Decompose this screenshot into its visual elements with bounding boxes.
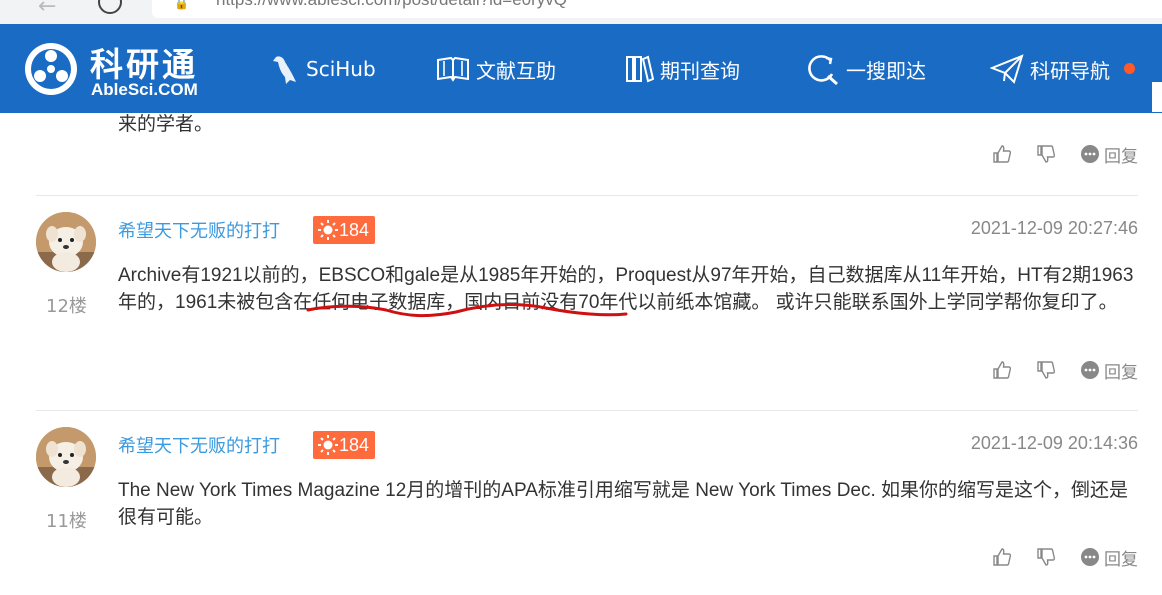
thumbs-up-icon: [993, 548, 1012, 566]
browser-toolbar: ← 🔒 https://www.ablesci.com/post/detail?…: [0, 0, 1162, 25]
lock-icon: 🔒: [174, 0, 189, 10]
points-badge: 184: [313, 431, 376, 459]
reply-label: 回复: [1104, 362, 1138, 383]
comment-actions: 回复: [968, 358, 1138, 383]
badge-value: 184: [339, 219, 370, 240]
dislike-button[interactable]: [1036, 144, 1056, 164]
nav-label: 文献互助: [476, 58, 556, 83]
nav-label: SciHub: [306, 57, 376, 81]
chat-bubble-icon: [1081, 548, 1099, 566]
thumbs-down-icon: [1037, 548, 1056, 566]
nav-label: 科研导航: [1030, 58, 1110, 83]
header-edge: [1152, 82, 1162, 112]
divider: [36, 410, 1138, 411]
paper-plane-icon: [990, 54, 1024, 84]
reply-button[interactable]: 回复: [1080, 358, 1138, 383]
puppy-avatar-icon: [36, 212, 96, 272]
reload-icon[interactable]: [98, 0, 122, 14]
nav-label: 一搜即达: [846, 58, 926, 83]
sun-icon: [318, 435, 338, 455]
like-button[interactable]: [992, 547, 1012, 567]
reply-label: 回复: [1104, 549, 1138, 570]
post-time: 2021-12-09 20:14:36: [970, 433, 1138, 453]
avatar[interactable]: [36, 427, 96, 487]
previous-post-tail: 来的学者。: [118, 113, 214, 135]
divider: [36, 195, 1138, 196]
nav-journal-search[interactable]: 期刊查询: [624, 53, 740, 85]
previous-post-actions: 回复: [968, 142, 1138, 167]
open-book-icon: [437, 56, 469, 82]
search-refresh-icon: [808, 55, 838, 86]
dislike-button[interactable]: [1036, 547, 1056, 567]
thumbs-down-icon: [1037, 145, 1056, 163]
site-header: 科研通 AbleSci.COM SciHub 文献互助 期刊查询 一搜即达 科研…: [0, 24, 1162, 113]
thumbs-up-icon: [993, 145, 1012, 163]
reply-button[interactable]: 回复: [1080, 545, 1138, 570]
floor-number: 12楼: [46, 296, 87, 317]
address-bar[interactable]: 🔒 https://www.ablesci.com/post/detail?id…: [152, 0, 1162, 18]
logo-subtitle[interactable]: AbleSci.COM: [91, 80, 198, 100]
comment-body: The New York Times Magazine 12月的增刊的APA标准…: [118, 480, 1129, 528]
nav-quick-search[interactable]: 一搜即达: [804, 53, 926, 86]
notification-dot: [1124, 63, 1135, 74]
nav-label: 期刊查询: [660, 58, 740, 83]
nav-literature-help[interactable]: 文献互助: [436, 53, 556, 85]
books-icon: [626, 55, 654, 83]
bird-icon: [273, 56, 296, 84]
chat-bubble-icon: [1081, 145, 1099, 163]
comment-actions: 回复: [968, 545, 1138, 570]
address-url[interactable]: https://www.ablesci.com/post/detail?id=e…: [216, 0, 567, 10]
post-time: 2021-12-09 20:27:46: [970, 218, 1138, 238]
chat-bubble-icon: [1081, 361, 1099, 379]
nav-research-navigation[interactable]: 科研导航: [990, 53, 1110, 85]
logo-title[interactable]: 科研通: [90, 38, 198, 86]
like-button[interactable]: [992, 360, 1012, 380]
like-button[interactable]: [992, 144, 1012, 164]
red-underline-annotation: [306, 303, 628, 318]
floor-number: 11楼: [46, 511, 87, 532]
logo-icon[interactable]: [24, 42, 78, 96]
thumbs-up-icon: [993, 361, 1012, 379]
username-link[interactable]: 希望天下无贩的打打: [118, 432, 280, 458]
username-link[interactable]: 希望天下无贩的打打: [118, 217, 280, 243]
back-arrow-icon[interactable]: ←: [38, 0, 56, 19]
thumbs-down-icon: [1037, 361, 1056, 379]
badge-value: 184: [339, 434, 370, 455]
comment-list: 来的学者。 回复 12楼 希望天下无贩的打打 184 2021-12-09 20…: [0, 113, 1162, 595]
reply-label: 回复: [1104, 146, 1138, 167]
avatar[interactable]: [36, 212, 96, 272]
dislike-button[interactable]: [1036, 360, 1056, 380]
points-badge: 184: [313, 216, 376, 244]
reply-button[interactable]: 回复: [1080, 142, 1138, 167]
sun-icon: [318, 220, 338, 240]
nav-scihub[interactable]: SciHub: [270, 53, 376, 85]
puppy-avatar-icon: [36, 427, 96, 487]
